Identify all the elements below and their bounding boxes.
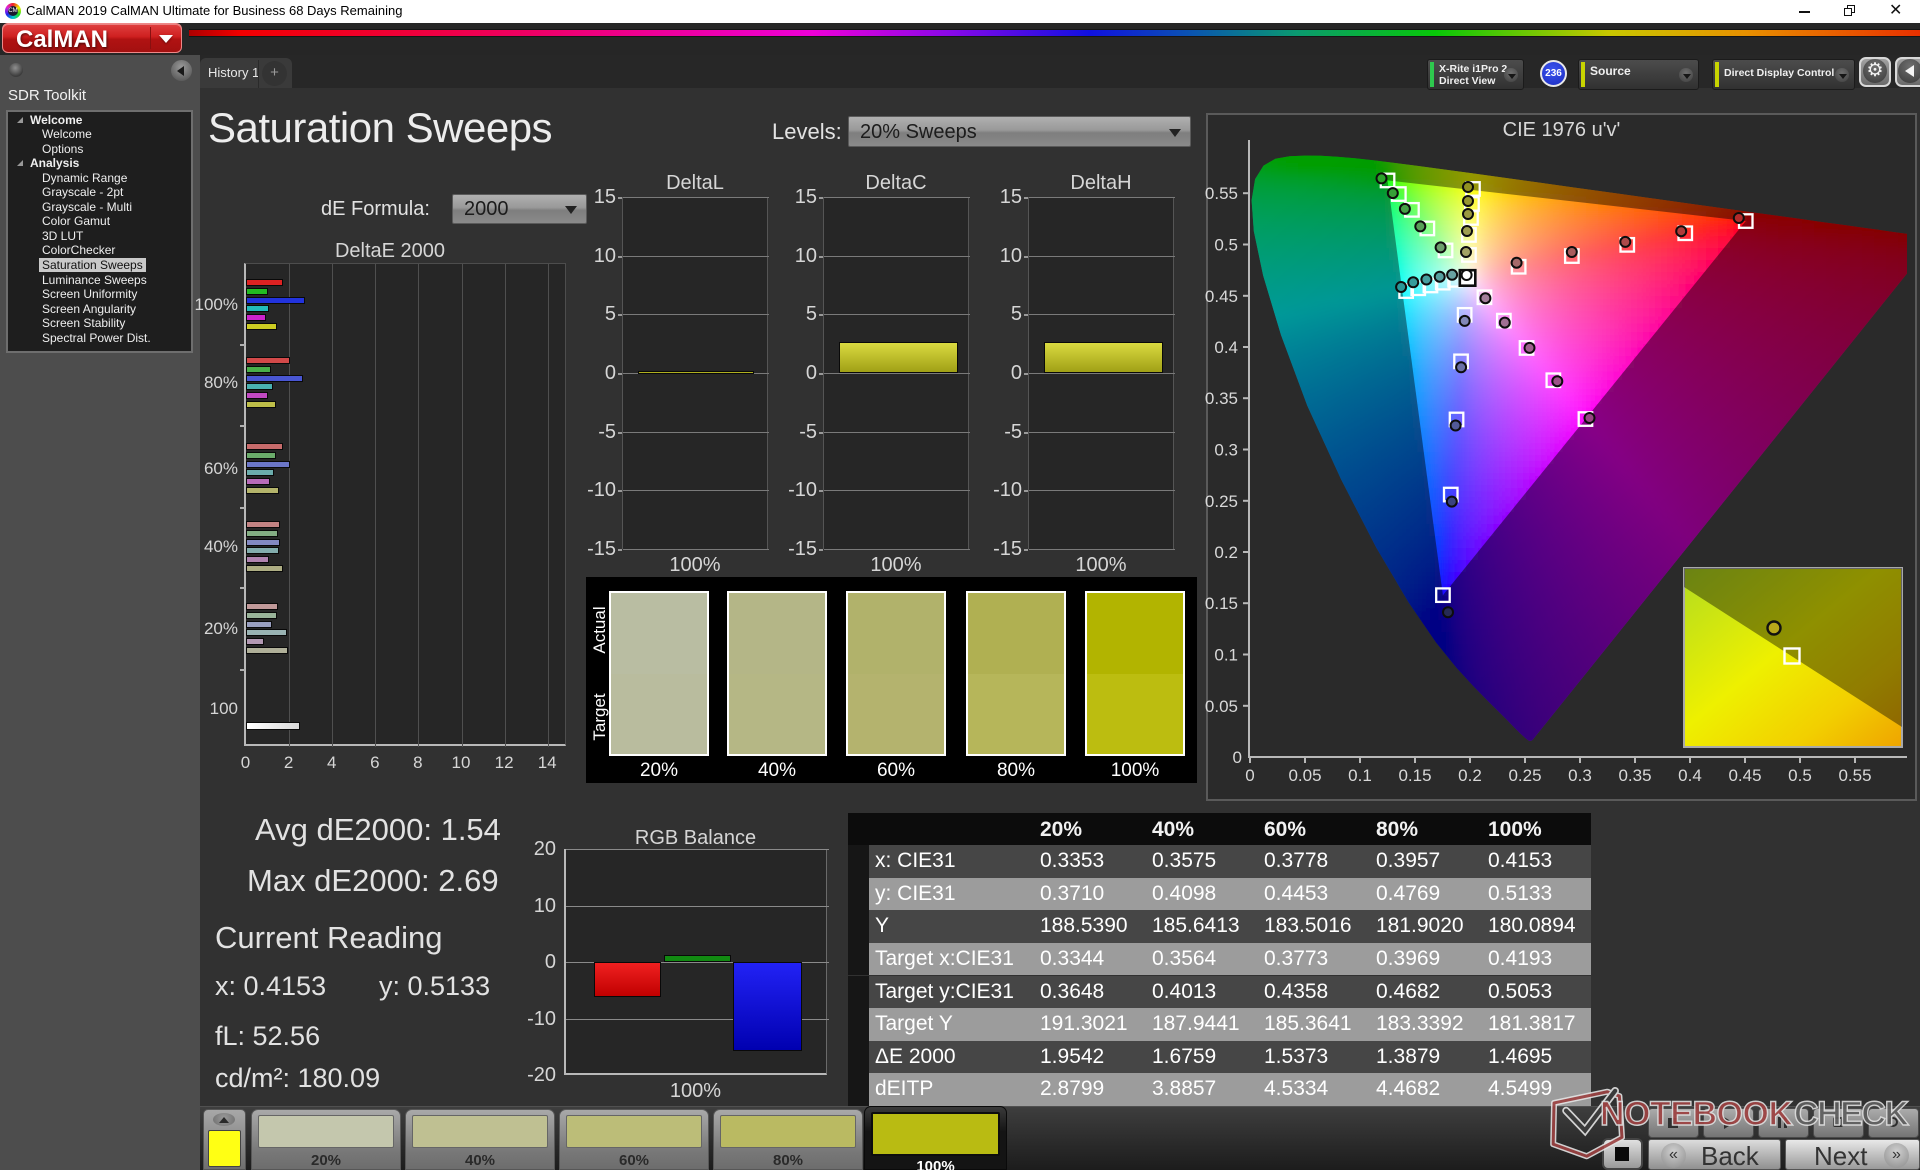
svg-text:0.4: 0.4 [1214,338,1238,357]
svg-text:0.15: 0.15 [1205,594,1238,613]
svg-text:0: 0 [1245,766,1254,785]
svg-text:0.3: 0.3 [1214,441,1238,460]
svg-text:0.4: 0.4 [1678,766,1702,785]
svg-text:0.55: 0.55 [1205,184,1238,203]
svg-text:NOTEBOOK: NOTEBOOK [1600,1095,1793,1133]
svg-text:0.45: 0.45 [1728,766,1761,785]
svg-text:0.5: 0.5 [1788,766,1812,785]
svg-text:0.2: 0.2 [1458,766,1482,785]
svg-text:0.45: 0.45 [1205,287,1238,306]
svg-text:0.15: 0.15 [1398,766,1431,785]
svg-text:0.5: 0.5 [1214,236,1238,255]
svg-text:0.25: 0.25 [1205,492,1238,511]
svg-text:0.35: 0.35 [1618,766,1651,785]
svg-text:CHECK: CHECK [1794,1095,1909,1133]
svg-text:0.1: 0.1 [1348,766,1372,785]
svg-text:0.3: 0.3 [1568,766,1592,785]
svg-text:0.05: 0.05 [1205,697,1238,716]
svg-text:0.2: 0.2 [1214,543,1238,562]
svg-text:0.35: 0.35 [1205,389,1238,408]
svg-text:0.25: 0.25 [1508,766,1541,785]
svg-text:0.05: 0.05 [1288,766,1321,785]
svg-text:0: 0 [1233,748,1242,767]
svg-text:0.55: 0.55 [1838,766,1871,785]
svg-text:0.1: 0.1 [1214,646,1238,665]
